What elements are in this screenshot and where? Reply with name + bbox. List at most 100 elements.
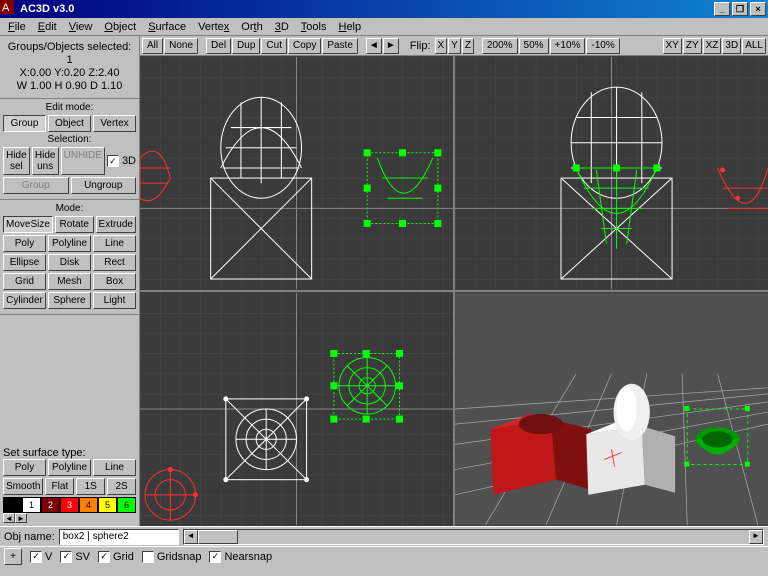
color-swatch-5[interactable]: 5 bbox=[98, 497, 117, 513]
color-swatch-4[interactable]: 4 bbox=[79, 497, 98, 513]
obj-name-bar: Obj name: ◄ ► bbox=[0, 526, 768, 546]
menu-edit[interactable]: Edit bbox=[32, 19, 63, 35]
viewport-top[interactable] bbox=[140, 292, 453, 526]
nearsnap-checkbox[interactable]: ✓Nearsnap bbox=[209, 551, 272, 563]
surf-2s[interactable]: 2S bbox=[107, 478, 136, 495]
color-swatch-1[interactable]: 1 bbox=[22, 497, 41, 513]
edit-paste[interactable]: Paste bbox=[322, 38, 358, 54]
mode-sphere[interactable]: Sphere bbox=[48, 292, 91, 309]
top-toolbar: All None Del Dup Cut Copy Paste ◄ ► Flip… bbox=[140, 36, 768, 56]
mode-rotate[interactable]: Rotate bbox=[55, 216, 94, 233]
surf-1s[interactable]: 1S bbox=[76, 478, 105, 495]
mode-extrude[interactable]: Extrude bbox=[96, 216, 136, 233]
edit-del[interactable]: Del bbox=[206, 38, 231, 54]
mode-disk[interactable]: Disk bbox=[48, 254, 91, 271]
3d-checkbox[interactable]: ✓3D bbox=[107, 147, 136, 175]
mode-box[interactable]: Box bbox=[93, 273, 136, 290]
v-checkbox[interactable]: ✓V bbox=[30, 551, 52, 563]
surf-flat[interactable]: Flat bbox=[45, 478, 74, 495]
gridsnap-checkbox[interactable]: Gridsnap bbox=[142, 551, 202, 563]
hide-uns-button[interactable]: Hide uns bbox=[32, 147, 59, 175]
editmode-object[interactable]: Object bbox=[48, 115, 91, 132]
viewport-3d[interactable] bbox=[455, 292, 768, 526]
minimize-button[interactable]: _ bbox=[714, 2, 730, 16]
edit-dup[interactable]: Dup bbox=[232, 38, 260, 54]
sel-none[interactable]: None bbox=[164, 38, 198, 54]
grid-checkbox[interactable]: ✓Grid bbox=[98, 551, 134, 563]
view-all[interactable]: ALL bbox=[742, 38, 766, 54]
mode-ellipse[interactable]: Ellipse bbox=[3, 254, 46, 271]
selection-info: Groups/Objects selected: 1 X:0.00 Y:0.20… bbox=[3, 39, 136, 95]
mode-cylinder[interactable]: Cylinder bbox=[3, 292, 46, 309]
flip-x[interactable]: X bbox=[435, 38, 448, 54]
zoom-plus10[interactable]: +10% bbox=[550, 38, 586, 54]
color-swatch-2[interactable]: 2 bbox=[41, 497, 60, 513]
color-swatch-0[interactable] bbox=[3, 497, 22, 513]
surf-line[interactable]: Line bbox=[93, 459, 136, 476]
flip-z[interactable]: Z bbox=[462, 38, 474, 54]
nudge-left-icon[interactable]: ◄ bbox=[366, 38, 382, 54]
objname-label: Obj name: bbox=[4, 531, 55, 543]
menu-vertex[interactable]: Vertex bbox=[192, 19, 235, 35]
group-button[interactable]: Group bbox=[3, 177, 69, 194]
zoom-50[interactable]: 50% bbox=[519, 38, 549, 54]
surface-type-panel: Set surface type: Poly Polyline Line Smo… bbox=[0, 444, 139, 526]
color-swatch-6[interactable]: 6 bbox=[117, 497, 136, 513]
scroll-thumb[interactable] bbox=[198, 530, 238, 544]
edit-cut[interactable]: Cut bbox=[261, 38, 287, 54]
mode-line[interactable]: Line bbox=[93, 235, 136, 252]
menu-object[interactable]: Object bbox=[98, 19, 142, 35]
menu-help[interactable]: Help bbox=[332, 19, 367, 35]
menu-orth[interactable]: Orth bbox=[235, 19, 268, 35]
sel-all[interactable]: All bbox=[142, 38, 163, 54]
editmode-group[interactable]: Group bbox=[3, 115, 46, 132]
mode-grid[interactable]: Grid bbox=[3, 273, 46, 290]
viewport-side[interactable] bbox=[455, 56, 768, 290]
sv-checkbox[interactable]: ✓SV bbox=[60, 551, 90, 563]
unhide-button[interactable]: UNHIDE bbox=[61, 147, 105, 175]
surf-poly[interactable]: Poly bbox=[3, 459, 46, 476]
menu-view[interactable]: View bbox=[63, 19, 99, 35]
mode-movesize[interactable]: MoveSize bbox=[3, 216, 53, 233]
color-swatch-3[interactable]: 3 bbox=[60, 497, 79, 513]
viewport-grid bbox=[140, 56, 768, 526]
mode-label: Mode: bbox=[3, 203, 136, 214]
zoom-200[interactable]: 200% bbox=[482, 38, 518, 54]
view-xy[interactable]: XY bbox=[663, 38, 682, 54]
palette-right-arrow[interactable]: ► bbox=[15, 513, 27, 523]
objname-input[interactable] bbox=[59, 529, 179, 545]
mode-rect[interactable]: Rect bbox=[93, 254, 136, 271]
nudge-right-icon[interactable]: ► bbox=[383, 38, 399, 54]
mode-polyline[interactable]: Polyline bbox=[48, 235, 91, 252]
menu-bar: File Edit View Object Surface Vertex Ort… bbox=[0, 18, 768, 36]
mode-poly[interactable]: Poly bbox=[3, 235, 46, 252]
flip-y[interactable]: Y bbox=[448, 38, 461, 54]
zoom-minus10[interactable]: -10% bbox=[586, 38, 619, 54]
ungroup-button[interactable]: Ungroup bbox=[71, 177, 137, 194]
view-3d[interactable]: 3D bbox=[722, 38, 741, 54]
palette-left-arrow[interactable]: ◄ bbox=[3, 513, 15, 523]
viewport-front[interactable] bbox=[140, 56, 453, 290]
editmode-vertex[interactable]: Vertex bbox=[93, 115, 136, 132]
hide-sel-button[interactable]: Hide sel bbox=[3, 147, 30, 175]
scroll-left-icon[interactable]: ◄ bbox=[184, 530, 198, 544]
view-zy[interactable]: ZY bbox=[683, 38, 702, 54]
mode-light[interactable]: Light bbox=[93, 292, 136, 309]
menu-file[interactable]: File bbox=[2, 19, 32, 35]
h-scrollbar[interactable]: ◄ ► bbox=[183, 529, 764, 545]
title-bar: A AC3D v3.0 _ ❐ × bbox=[0, 0, 768, 18]
surf-smooth[interactable]: Smooth bbox=[3, 478, 43, 495]
view-xz[interactable]: XZ bbox=[703, 38, 722, 54]
app-icon: A bbox=[2, 2, 16, 16]
scroll-right-icon[interactable]: ► bbox=[749, 530, 763, 544]
plus-button[interactable]: + bbox=[4, 548, 22, 565]
menu-surface[interactable]: Surface bbox=[142, 19, 192, 35]
mode-mesh[interactable]: Mesh bbox=[48, 273, 91, 290]
maximize-button[interactable]: ❐ bbox=[732, 2, 748, 16]
edit-copy[interactable]: Copy bbox=[288, 38, 321, 54]
surf-polyline[interactable]: Polyline bbox=[48, 459, 91, 476]
menu-3d[interactable]: 3D bbox=[269, 19, 295, 35]
menu-tools[interactable]: Tools bbox=[295, 19, 333, 35]
left-panel: Groups/Objects selected: 1 X:0.00 Y:0.20… bbox=[0, 36, 140, 526]
close-button[interactable]: × bbox=[750, 2, 766, 16]
